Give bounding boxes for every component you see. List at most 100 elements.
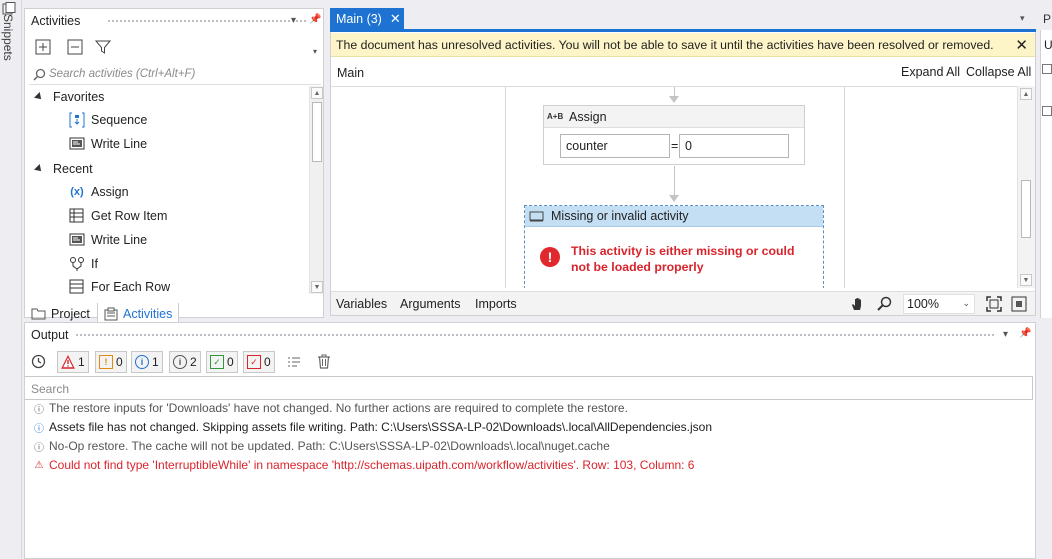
tree-item-assign[interactable]: (x) Assign (69, 181, 128, 203)
expand-all-icon[interactable] (33, 37, 53, 57)
missing-activity-title: Missing or invalid activity (551, 209, 689, 223)
chevron-down-icon: ⌄ (962, 298, 970, 308)
expand-triangle-icon[interactable] (34, 92, 44, 102)
tree-item-for-each-row[interactable]: For Each Row (69, 277, 170, 297)
trash-icon[interactable] (317, 354, 331, 369)
log-text: No-Op restore. The cache will not be upd… (49, 439, 610, 453)
fit-to-screen-icon[interactable] (986, 296, 1002, 312)
get-row-item-icon (69, 208, 85, 224)
zoom-magnifier-icon[interactable] (876, 296, 892, 312)
toolbar-overflow-icon[interactable]: ▾ (313, 47, 317, 56)
pin-icon[interactable]: 📌 (309, 14, 321, 25)
tree-item-label: Write Line (91, 137, 148, 151)
panel-grip (75, 333, 995, 338)
log-row[interactable]: ⓘ No-Op restore. The cache will not be u… (33, 437, 610, 455)
filter-icon[interactable] (93, 37, 113, 57)
hand-pan-icon[interactable] (850, 296, 866, 312)
collapse-all-button[interactable]: Collapse All (966, 65, 1031, 79)
warning-icon: ! (99, 355, 113, 369)
tree-group-recent[interactable]: Recent (34, 158, 93, 180)
scroll-down-icon[interactable]: ▼ (1020, 274, 1032, 286)
assign-activity[interactable]: A+B Assign counter = 0 (543, 105, 805, 165)
filter-trace-button[interactable]: i 2 (169, 351, 201, 373)
filter-warnings-count: 0 (116, 355, 123, 369)
pin-icon[interactable]: 📌 (1019, 328, 1031, 339)
scroll-thumb[interactable] (312, 102, 322, 162)
clock-icon[interactable] (31, 354, 46, 369)
filter-info-button[interactable]: i 1 (131, 351, 163, 373)
properties-tab[interactable]: P (1040, 8, 1052, 30)
equals-sign: = (671, 139, 679, 153)
tree-item-get-row-item[interactable]: Get Row Item (69, 205, 167, 227)
tree-item-label: For Each Row (91, 280, 171, 294)
zoom-select[interactable]: 100% ⌄ (903, 294, 975, 314)
arguments-tab[interactable]: Arguments (400, 297, 460, 311)
log-text: Assets file has not changed. Skipping as… (49, 420, 713, 434)
tree-item-label: Write Line (91, 233, 148, 247)
variables-tab[interactable]: Variables (336, 297, 387, 311)
expand-triangle-icon[interactable] (34, 164, 44, 174)
tab-main[interactable]: Main (3) ✕ (330, 8, 404, 30)
assign-value-field[interactable]: 0 (679, 134, 789, 158)
filter-info-count: 1 (152, 355, 159, 369)
tree-group-label: Favorites (53, 90, 105, 104)
canvas-scrollbar[interactable]: ▲ ▼ (1017, 86, 1035, 288)
scroll-thumb[interactable] (1021, 180, 1031, 238)
panel-dropdown-icon[interactable]: ▾ (291, 15, 296, 26)
tree-item-write-line-recent[interactable]: Write Line (69, 229, 147, 251)
assign-header: A+B Assign (544, 106, 804, 128)
expand-all-button[interactable]: Expand All (901, 65, 960, 79)
tree-item-if[interactable]: If (69, 253, 98, 275)
timestamp-toggle-icon[interactable] (287, 355, 301, 369)
log-row[interactable]: ⓘ The restore inputs for 'Downloads' hav… (33, 399, 628, 417)
breadcrumb[interactable]: Main (337, 66, 364, 80)
scroll-up-icon[interactable]: ▲ (1020, 88, 1032, 100)
output-search-input[interactable]: Search (25, 376, 1033, 400)
activities-panel: Activities ▾ 📌 ▾ Search activities (Ctrl… (24, 8, 324, 325)
tree-group-favorites[interactable]: Favorites (34, 86, 105, 108)
log-row[interactable]: ⓘ Assets file has not changed. Skipping … (33, 418, 712, 436)
tab-main-label: Main (3) (336, 12, 382, 26)
snippets-tab[interactable]: Snippets (1, 14, 15, 61)
failed-check-icon: ✓ (247, 355, 261, 369)
tree-item-write-line[interactable]: Write Line (69, 133, 147, 155)
activities-search-input[interactable]: Search activities (Ctrl+Alt+F) (29, 65, 321, 85)
assign-title: Assign (569, 110, 607, 124)
imports-tab[interactable]: Imports (475, 297, 517, 311)
error-triangle-icon: ⚠ (34, 459, 44, 471)
scroll-up-icon[interactable]: ▲ (311, 87, 323, 99)
panel-dropdown-icon[interactable]: ▾ (1003, 329, 1008, 340)
properties-expander-icon[interactable] (1042, 64, 1052, 74)
activities-scrollbar[interactable]: ▲ ▼ (309, 86, 323, 294)
collapse-all-icon[interactable] (65, 37, 85, 57)
filter-failed-count: 0 (264, 355, 271, 369)
filter-failed-button[interactable]: ✓ 0 (243, 351, 275, 373)
search-placeholder: Search activities (Ctrl+Alt+F) (49, 68, 196, 80)
tab-strip (404, 8, 1036, 30)
filter-warnings-button[interactable]: ! 0 (95, 351, 127, 373)
scroll-down-icon[interactable]: ▼ (311, 281, 323, 293)
close-icon[interactable]: ✕ (390, 11, 401, 27)
filter-errors-button[interactable]: 1 (57, 351, 89, 373)
unresolved-warning-bar: The document has unresolved activities. … (331, 33, 1035, 57)
for-each-row-icon (69, 279, 85, 295)
missing-activity-message: This activity is either missing or could… (571, 244, 795, 274)
zoom-value: 100% (907, 297, 939, 311)
write-line-icon (69, 232, 85, 248)
assign-to-field[interactable]: counter (560, 134, 670, 158)
flow-connector (674, 166, 675, 196)
tab-list-dropdown-icon[interactable]: ▾ (1020, 13, 1025, 24)
close-warning-icon[interactable]: ✕ (1015, 36, 1028, 54)
log-row[interactable]: ⚠ Could not find type 'InterruptibleWhil… (33, 456, 695, 474)
filter-success-button[interactable]: ✓ 0 (206, 351, 238, 373)
properties-expander-icon[interactable] (1042, 106, 1052, 116)
missing-activity[interactable]: Missing or invalid activity ! This activ… (524, 205, 824, 288)
workflow-canvas[interactable]: A+B Assign counter = 0 Missing or invali… (331, 86, 1017, 288)
log-text: Could not find type 'InterruptibleWhile'… (49, 458, 695, 472)
tree-item-sequence[interactable]: Sequence (69, 109, 147, 131)
trace-icon: i (173, 355, 187, 369)
overview-icon[interactable] (1011, 296, 1027, 312)
assign-activity-icon: A+B (547, 112, 564, 121)
panel-grip (107, 19, 307, 24)
tab-activities-label: Activities (123, 306, 173, 321)
